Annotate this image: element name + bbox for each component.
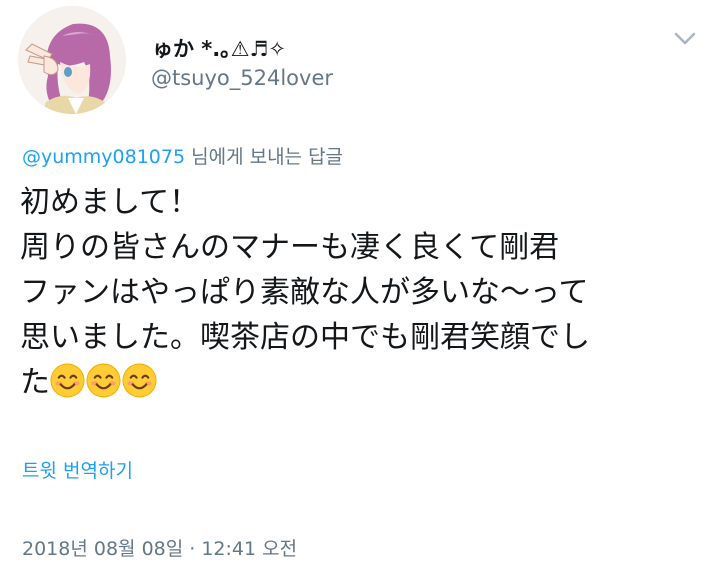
tweet-line: 周りの皆さんのマナーも凄く良くて剛君 <box>20 230 560 265</box>
tweet-text: 初めまして！ 周りの皆さんのマナーも凄く良くて剛君 ファンはやっぱり素敵な人が多… <box>20 180 700 405</box>
tweet-line: ファンはやっぱり素敵な人が多いな〜って <box>20 275 589 310</box>
reply-mention-link[interactable]: @yummy081075 <box>22 146 185 168</box>
smiling-face-emoji <box>86 363 121 398</box>
translate-tweet-link[interactable]: 트윗 번역하기 <box>22 456 133 483</box>
tweet-line: 思いました。喫茶店の中でも剛君笑顔でし <box>20 320 590 355</box>
reply-suffix: 님에게 보내는 답글 <box>185 146 344 168</box>
avatar[interactable] <box>18 6 126 114</box>
avatar-illustration <box>18 6 126 114</box>
tweet-timestamp[interactable]: 2018년 08월 08일 · 12:41 오전 <box>22 534 297 561</box>
author-display-name[interactable]: ゅか *.｡⚠︎♬✧ <box>152 33 286 63</box>
author-handle[interactable]: @tsuyo_524lover <box>151 66 333 90</box>
chevron-down-icon[interactable] <box>672 26 698 50</box>
smiling-face-emoji <box>122 363 157 398</box>
author-name-row[interactable]: ゅか *.｡⚠︎♬✧ <box>152 30 286 66</box>
tweet-line: た <box>20 365 50 400</box>
tweet-last-line: た <box>20 360 700 405</box>
smiling-face-emoji <box>50 363 85 398</box>
tweet-line: 初めまして！ <box>20 185 200 220</box>
replying-to-line: @yummy081075 님에게 보내는 답글 <box>22 142 343 169</box>
